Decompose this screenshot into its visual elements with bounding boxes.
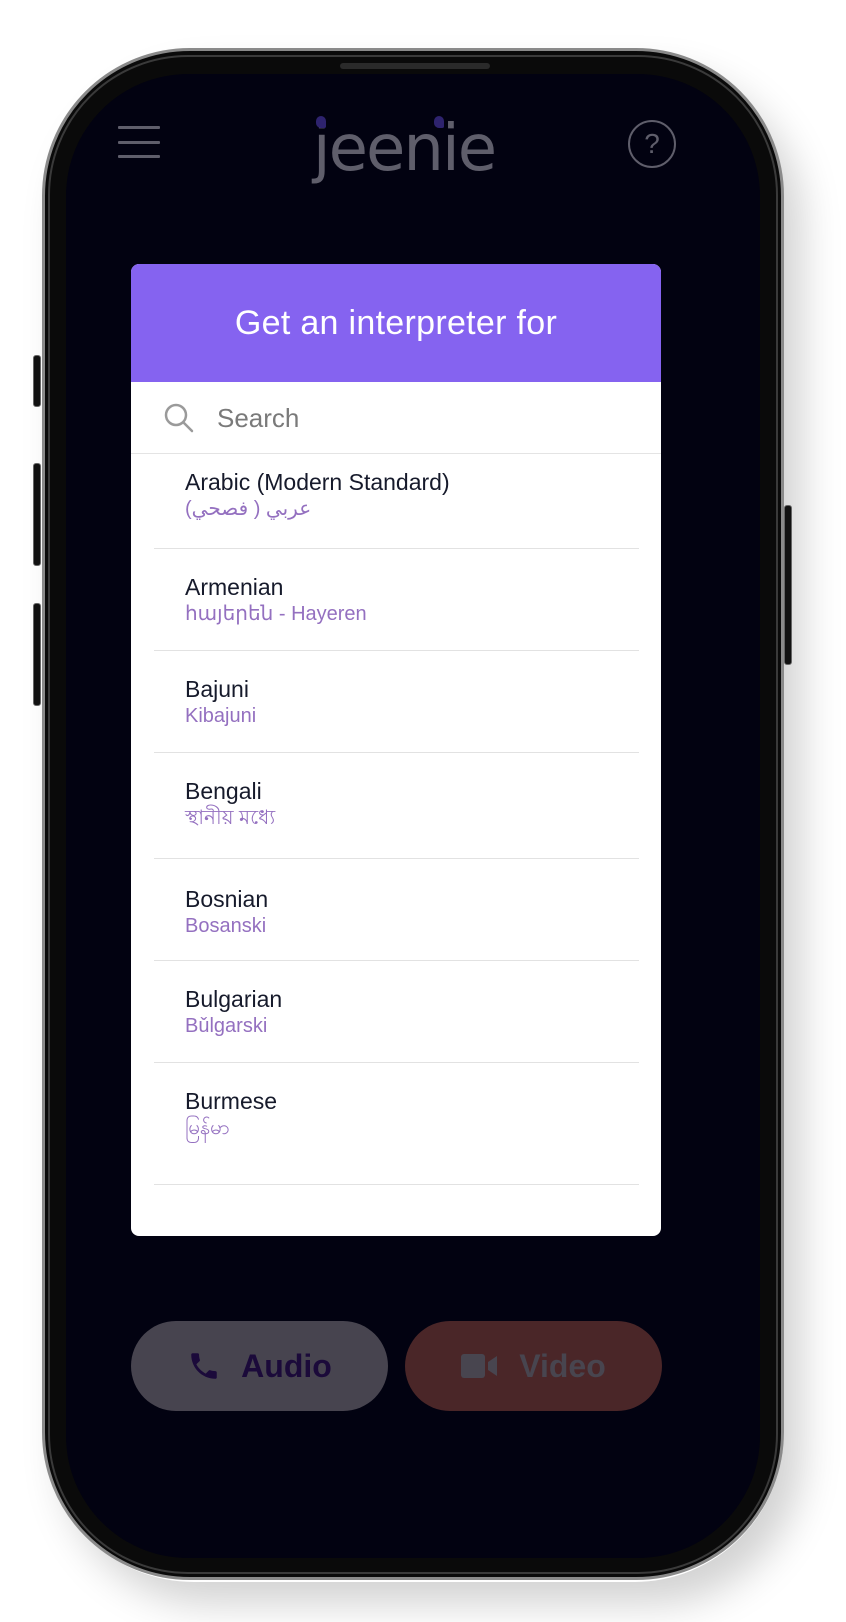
language-item-burmese[interactable]: Burmese မြန်မာ [154, 1063, 639, 1185]
language-name: Burmese [185, 1088, 278, 1114]
volume-down-button [33, 603, 41, 706]
language-item-armenian[interactable]: Armenian հայերեն - Hayeren [154, 549, 639, 651]
modal-title: Get an interpreter for [131, 264, 661, 382]
app-screen: jeenie ? Get an interpreter for Arabic (… [66, 74, 760, 1558]
language-item-bulgarian[interactable]: Bulgarian Bǔlgarski [154, 961, 639, 1063]
language-native-name: عربي ( فصحي) [185, 498, 312, 520]
language-native-name: မြန်မာ [185, 1117, 230, 1139]
video-label: Video [519, 1347, 606, 1384]
language-native-name: Bosanski [185, 915, 267, 937]
language-item-bosnian[interactable]: Bosnian Bosanski [154, 859, 639, 961]
volume-up-button [33, 463, 41, 566]
menu-bar [118, 140, 160, 144]
language-item-arabic[interactable]: Arabic (Modern Standard) عربي ( فصحي) [154, 454, 639, 549]
search-icon [164, 403, 194, 433]
help-button[interactable]: ? [628, 120, 676, 168]
language-name: Armenian [185, 574, 284, 600]
menu-bar [118, 126, 160, 129]
logo-accent-dot [316, 116, 326, 128]
language-picker-modal: Get an interpreter for Arabic (Modern St… [131, 264, 661, 1236]
menu-bar [118, 155, 160, 158]
logo-accent-dot [434, 116, 444, 128]
language-name: Bulgarian [185, 986, 283, 1012]
language-name: Bosnian [185, 886, 269, 912]
phone-mockup: jeenie ? Get an interpreter for Arabic (… [0, 0, 846, 1622]
video-camera-icon [461, 1353, 499, 1379]
search-input[interactable] [217, 396, 617, 440]
audio-call-button[interactable]: Audio [131, 1321, 388, 1411]
language-name: Bajuni [185, 676, 249, 702]
video-call-button[interactable]: Video [405, 1321, 662, 1411]
earpiece-speaker [340, 63, 490, 69]
language-native-name: Bǔlgarski [185, 1015, 268, 1037]
language-name: Bengali [185, 778, 262, 804]
mute-switch [33, 355, 41, 407]
power-button [784, 505, 792, 665]
question-circle-icon: ? [644, 128, 660, 159]
language-native-name: স্থানীয় মধ্যে [185, 807, 276, 829]
logo-text: jeenie [312, 112, 497, 186]
audio-label: Audio [241, 1347, 332, 1384]
language-native-name: Kibajuni [185, 705, 257, 727]
hamburger-menu-icon[interactable] [118, 126, 160, 158]
language-name: Arabic (Modern Standard) [185, 469, 450, 495]
search-bar [131, 382, 661, 454]
language-item-bajuni[interactable]: Bajuni Kibajuni [154, 651, 639, 753]
jeenie-logo: jeenie [294, 112, 514, 186]
language-native-name: հայերեն - Hayeren [185, 603, 367, 625]
phone-icon [187, 1349, 221, 1383]
language-item-bengali[interactable]: Bengali স্থানীয় মধ্যে [154, 753, 639, 859]
language-list[interactable]: Arabic (Modern Standard) عربي ( فصحي) Ar… [131, 454, 661, 1236]
